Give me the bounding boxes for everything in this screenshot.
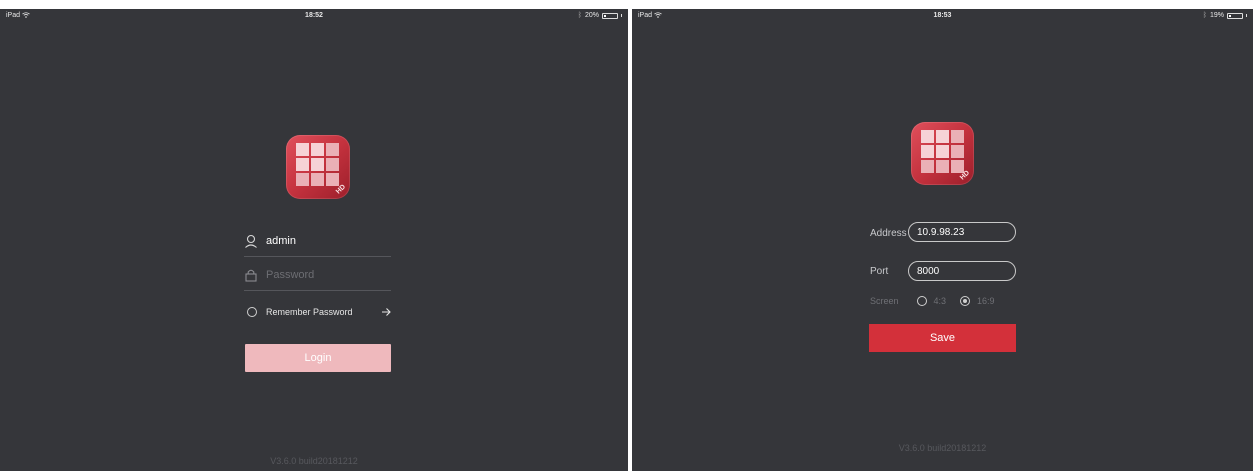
app-grid-icon <box>921 130 964 173</box>
ratio-16-9-label: 16:9 <box>977 296 995 306</box>
username-value: admin <box>266 235 296 247</box>
settings-screen: iPad 18:53 ᛒ 19% HD Address 10.9.98.23 P… <box>632 9 1253 471</box>
port-input[interactable]: 8000 <box>908 261 1016 281</box>
port-value: 8000 <box>917 265 940 277</box>
battery-percent: 20% <box>584 12 599 19</box>
save-button[interactable]: Save <box>869 324 1016 352</box>
app-grid-icon <box>296 143 339 186</box>
status-time: 18:52 <box>305 12 323 19</box>
screen-ratio-group: Screen 4:3 16:9 <box>870 296 995 306</box>
ratio-4-3-label: 4:3 <box>933 296 947 306</box>
ratio-4-3-radio[interactable] <box>916 296 927 306</box>
arrow-right-icon[interactable] <box>381 307 391 317</box>
remember-label: Remember Password <box>266 307 353 317</box>
version-label: V3.6.0 build20181212 <box>898 443 987 453</box>
screen-label: Screen <box>870 296 899 306</box>
app-logo: HD <box>286 135 350 199</box>
version-label: V3.6.0 build20181212 <box>270 456 358 466</box>
address-label: Address <box>870 228 907 239</box>
port-label: Port <box>870 266 889 277</box>
remember-password-toggle[interactable]: Remember Password <box>247 307 391 317</box>
battery-level <box>1229 14 1231 17</box>
remember-radio[interactable] <box>247 307 257 317</box>
battery-level <box>604 14 606 17</box>
address-value: 10.9.98.23 <box>917 226 965 238</box>
login-screen: iPad 18:52 ᛒ 20% HD admin Password Remem… <box>0 9 628 471</box>
status-bar: iPad 18:52 ᛒ 20% <box>0 9 628 23</box>
password-field[interactable]: Password <box>244 260 391 291</box>
lock-icon <box>245 269 257 282</box>
battery-icon <box>602 12 618 19</box>
address-input[interactable]: 10.9.98.23 <box>908 222 1016 242</box>
ratio-16-9-radio[interactable] <box>960 296 971 306</box>
bluetooth-icon: ᛒ <box>1202 12 1207 19</box>
username-field[interactable]: admin <box>244 226 391 257</box>
login-button[interactable]: Login <box>245 344 391 372</box>
user-icon <box>245 234 257 248</box>
battery-icon <box>1227 12 1243 19</box>
status-time: 18:53 <box>933 12 952 19</box>
battery-percent: 19% <box>1209 12 1224 19</box>
status-bar: iPad 18:53 ᛒ 19% <box>632 9 1253 23</box>
password-placeholder: Password <box>266 269 315 281</box>
bluetooth-icon: ᛒ <box>577 12 582 19</box>
app-logo: HD <box>911 122 974 185</box>
